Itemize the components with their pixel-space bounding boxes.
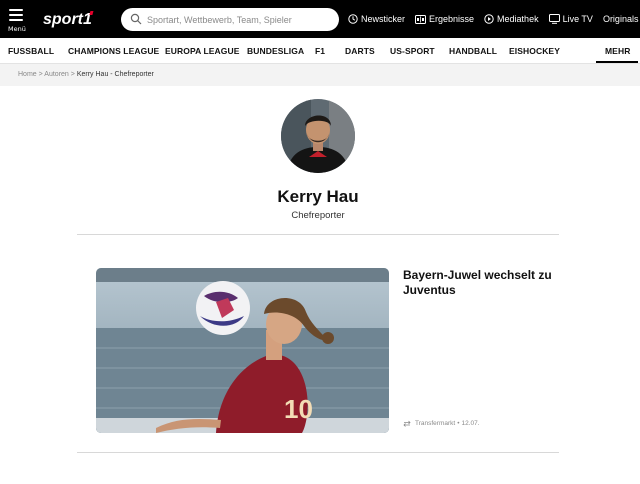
ergebnisse-label: Ergebnisse — [429, 14, 475, 24]
search-input[interactable] — [147, 11, 332, 28]
breadcrumb-current: Kerry Hau - Chefreporter — [76, 71, 154, 78]
breadcrumb: Home > Autoren > Kerry Hau - Chefreporte… — [18, 71, 154, 78]
live-tv-link[interactable]: Live TV — [548, 14, 593, 24]
live-tv-label: Live TV — [562, 14, 593, 24]
sport-navigation: FUSSBALL CHAMPIONS LEAGUE EUROPA LEAGUE … — [0, 38, 640, 64]
author-role: Chefreporter — [291, 210, 345, 221]
breadcrumb-bar: Home > Autoren > Kerry Hau - Chefreporte… — [0, 64, 640, 86]
originals-label: Originals — [602, 14, 639, 24]
article-card[interactable]: 10 Bayern-Juwel wechselt zu Juventus Tra… — [96, 268, 561, 434]
nav-champions-league[interactable]: CHAMPIONS LEAGUE — [68, 38, 159, 64]
ergebnisse-link[interactable]: Ergebnisse — [415, 14, 474, 24]
nav-f1[interactable]: F1 — [315, 38, 325, 64]
article-category[interactable]: Transfermarkt — [415, 420, 455, 427]
mediathek-label: Mediathek — [497, 14, 539, 24]
nav-bundesliga[interactable]: BUNDESLIGA — [247, 38, 304, 64]
sport1-logo[interactable]: sport1 — [42, 9, 106, 29]
top-header: Menü sport1 Newsticker Ergebnisse — [0, 0, 640, 38]
clock-icon — [348, 14, 358, 24]
article-date: 12.07. — [461, 420, 480, 427]
newsticker-link[interactable]: Newsticker — [348, 14, 405, 24]
profile-divider — [77, 234, 559, 235]
breadcrumb-autoren[interactable]: Autoren — [44, 71, 69, 78]
nav-fussball[interactable]: FUSSBALL — [8, 38, 54, 64]
svg-text:10: 10 — [284, 394, 313, 424]
scoreboard-icon — [415, 14, 427, 24]
originals-dropdown[interactable]: Originals — [603, 14, 640, 24]
nav-darts[interactable]: DARTS — [345, 38, 375, 64]
breadcrumb-separator: > — [38, 71, 43, 78]
logo-text: sport1 — [43, 11, 92, 28]
active-tab-indicator — [596, 61, 638, 63]
nav-us-sport[interactable]: US-SPORT — [390, 38, 435, 64]
menu-button[interactable]: Menü — [6, 6, 28, 34]
meta-separator: • — [457, 420, 460, 427]
breadcrumb-home[interactable]: Home — [18, 71, 37, 78]
play-circle-icon — [484, 14, 494, 24]
mediathek-link[interactable]: Mediathek — [484, 14, 539, 24]
article-image[interactable]: 10 — [96, 268, 389, 433]
hamburger-icon — [9, 9, 23, 24]
nav-europa-league[interactable]: EUROPA LEAGUE — [165, 38, 240, 64]
author-name: Kerry Hau — [277, 187, 359, 206]
breadcrumb-separator: > — [70, 71, 75, 78]
author-avatar — [281, 99, 355, 173]
search-bar[interactable] — [121, 8, 339, 31]
transfer-arrows-icon — [403, 420, 411, 427]
header-links: Newsticker Ergebnisse Mediathek Live TV — [348, 0, 640, 38]
tv-icon — [548, 14, 560, 24]
article-meta: Transfermarkt • 12.07. — [403, 420, 480, 427]
nav-handball[interactable]: HANDBALL — [449, 38, 497, 64]
nav-eishockey[interactable]: EISHOCKEY — [509, 38, 560, 64]
article-title[interactable]: Bayern-Juwel wechselt zu Juventus — [403, 268, 553, 298]
article-divider — [77, 452, 559, 453]
menu-label: Menü — [8, 25, 26, 33]
search-icon — [130, 13, 142, 25]
newsticker-label: Newsticker — [361, 14, 406, 24]
